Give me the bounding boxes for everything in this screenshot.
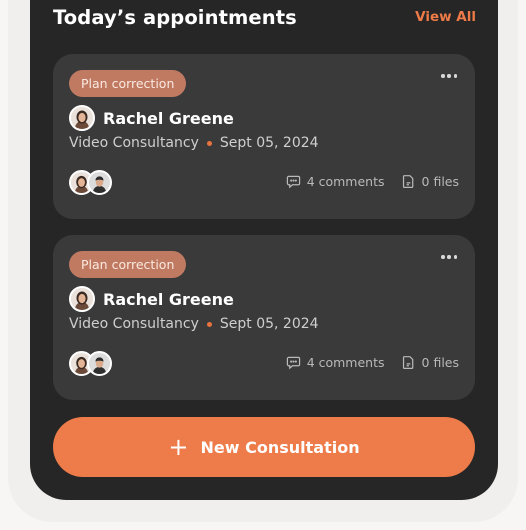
consultation-type: Video Consultancy	[69, 316, 199, 332]
comments-stat[interactable]: 4 comments	[286, 174, 385, 189]
plus-icon: +	[168, 433, 189, 461]
appointment-card[interactable]: Plan correction Rachel Greene Video Cons…	[53, 235, 475, 400]
comments-count: 4 comments	[306, 355, 385, 370]
appointment-date: Sept 05, 2024	[219, 135, 319, 151]
file-icon	[402, 356, 413, 370]
more-options-icon[interactable]	[441, 72, 457, 80]
card-stats: 4 comments 0 files	[286, 174, 459, 189]
appointment-meta: Video Consultancy Sept 05, 2024	[69, 135, 319, 151]
patient-info: Rachel Greene	[69, 286, 234, 312]
appointments-panel: Today’s appointments View All Plan corre…	[30, 0, 498, 500]
files-count: 0 files	[421, 174, 459, 189]
comments-count: 4 comments	[306, 174, 385, 189]
avatar	[87, 170, 112, 195]
participant-avatars	[69, 351, 112, 376]
patient-name: Rachel Greene	[103, 108, 234, 128]
participant-avatars	[69, 170, 112, 195]
comments-stat[interactable]: 4 comments	[286, 355, 385, 370]
avatar	[69, 105, 95, 131]
new-consultation-button[interactable]: + New Consultation	[53, 417, 475, 477]
separator-dot	[206, 140, 212, 146]
more-options-icon[interactable]	[441, 253, 457, 261]
comment-icon	[286, 175, 300, 189]
section-title: Today’s appointments	[53, 5, 297, 29]
status-badge: Plan correction	[69, 251, 187, 278]
files-count: 0 files	[421, 355, 459, 370]
consultation-type: Video Consultancy	[69, 135, 199, 151]
new-consultation-label: New Consultation	[200, 437, 360, 457]
comment-icon	[286, 356, 300, 370]
view-all-link[interactable]: View All	[415, 9, 476, 25]
panel-header: Today’s appointments View All	[53, 4, 476, 30]
avatar	[87, 351, 112, 376]
patient-name: Rachel Greene	[103, 289, 234, 309]
patient-info: Rachel Greene	[69, 105, 234, 131]
card-stats: 4 comments 0 files	[286, 355, 459, 370]
appointment-meta: Video Consultancy Sept 05, 2024	[69, 316, 319, 332]
avatar	[69, 286, 95, 312]
appointment-date: Sept 05, 2024	[219, 316, 319, 332]
appointment-card[interactable]: Plan correction Rachel Greene Video Cons…	[53, 54, 475, 219]
status-badge: Plan correction	[69, 70, 187, 97]
file-icon	[402, 175, 413, 189]
files-stat[interactable]: 0 files	[401, 174, 459, 189]
files-stat[interactable]: 0 files	[401, 355, 459, 370]
separator-dot	[206, 321, 212, 327]
